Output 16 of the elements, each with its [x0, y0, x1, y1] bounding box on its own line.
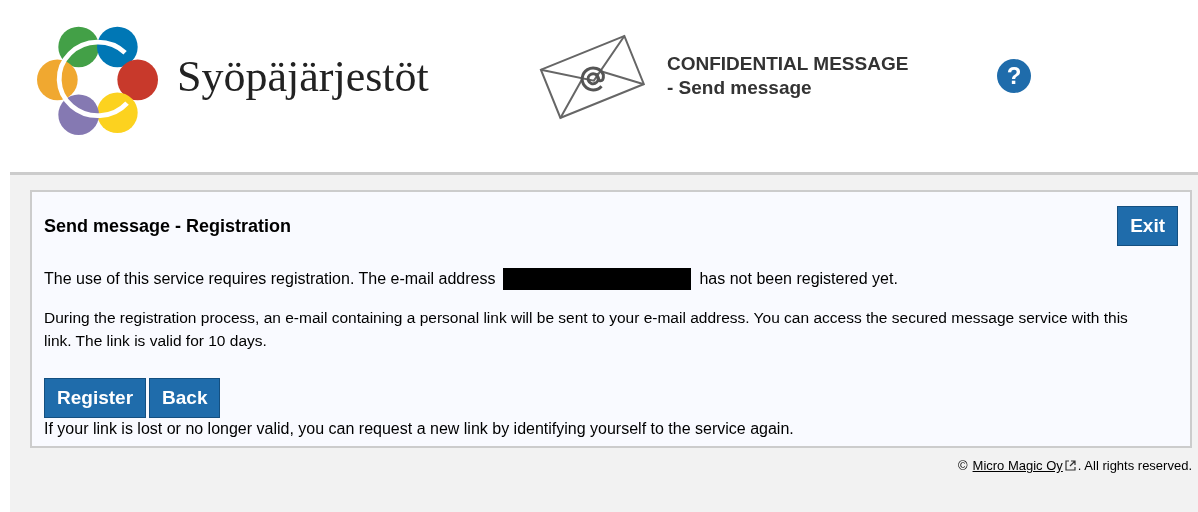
copyright-text: . All rights reserved.	[1077, 458, 1192, 473]
help-button[interactable]: ?	[997, 59, 1031, 93]
header-title: CONFIDENTIAL MESSAGE	[667, 52, 910, 76]
intro-text: has not been registered yet.	[699, 270, 898, 288]
note-text: If your link is lost or no longer valid, you can request a new link by identifying yourself to the service again.	[44, 420, 795, 438]
action-button[interactable]: Back	[149, 378, 221, 418]
intro-text: The use of this service requires registration. The e-mail address	[44, 270, 496, 288]
action-button[interactable]: Register	[44, 378, 147, 418]
company-link[interactable]: Micro Magic Oy	[972, 458, 1063, 473]
header-subtitle: - Send message	[667, 76, 813, 100]
exit-button[interactable]: Exit	[1117, 206, 1178, 246]
panel-title: Send message - Registration	[44, 215, 292, 237]
external-link-icon	[1064, 460, 1076, 471]
info-text: During the registration process, an e-mail containing a personal link will be sent to your e-mail address. You can access the secured message service with this link. The link is valid for 10 days.	[44, 308, 1129, 351]
copyright-symbol: ©	[957, 458, 968, 473]
logo-text: Syöpäjärjestöt	[177, 50, 430, 102]
